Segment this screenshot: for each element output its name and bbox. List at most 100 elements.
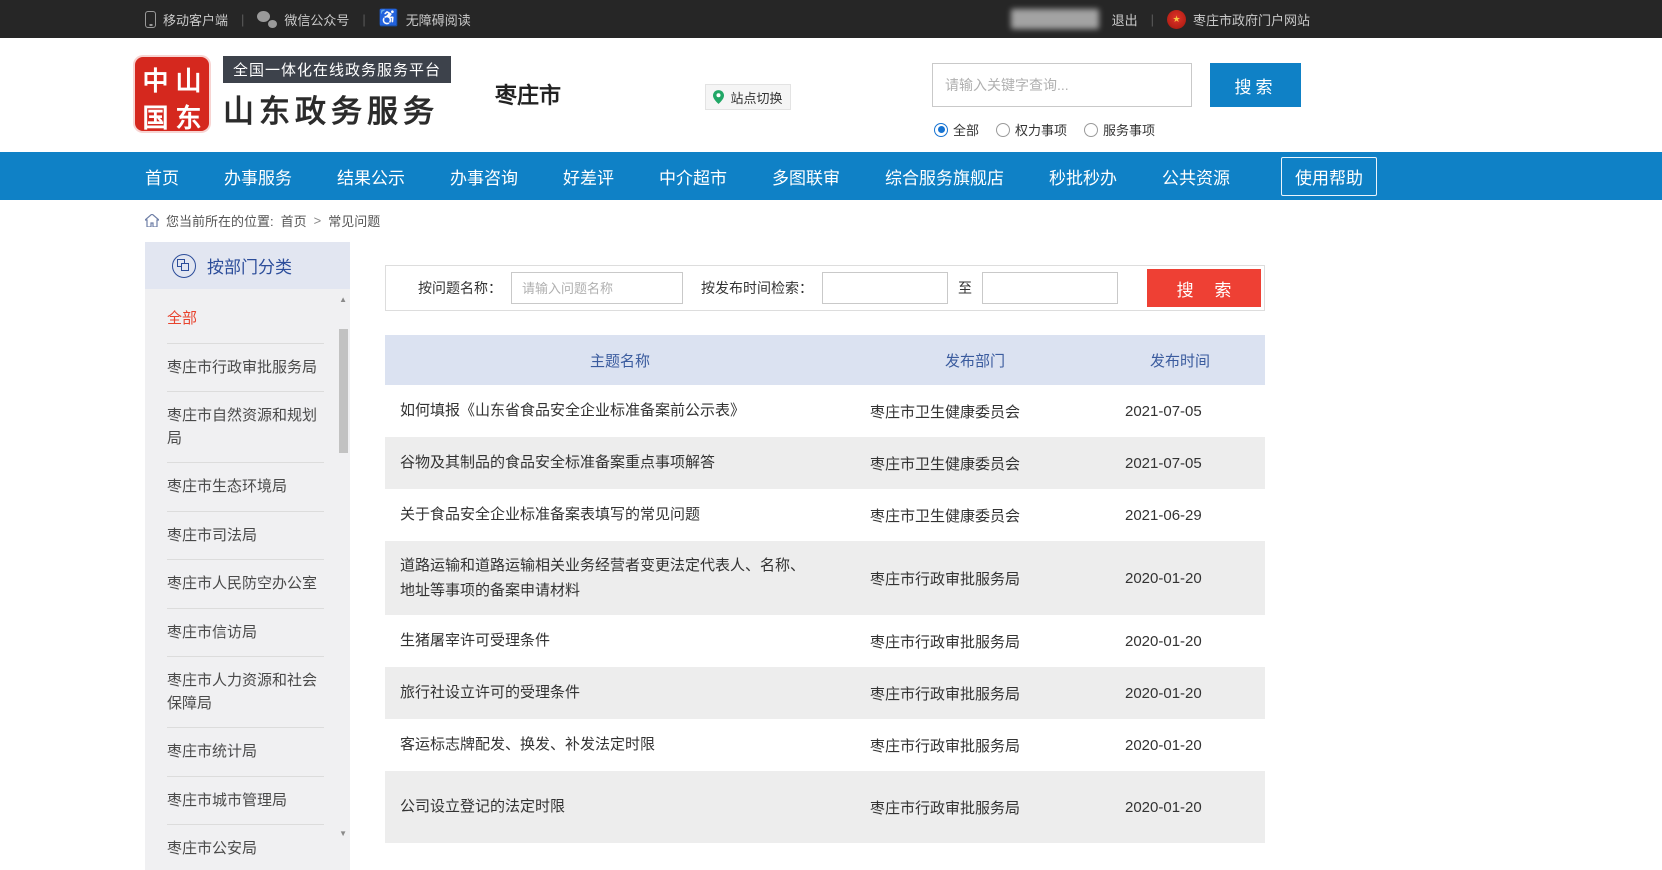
table-row[interactable]: 如何填报《山东省食品安全企业标准备案前公示表》 枣庄市卫生健康委员会 2021-… xyxy=(385,385,1265,437)
column-date: 发布时间 xyxy=(1095,350,1265,371)
topbar-right: 退出 | ★ 枣庄市政府门户网站 xyxy=(1011,9,1310,29)
row-title[interactable]: 生猪屠宰许可受理条件 xyxy=(385,620,855,662)
sidebar-item-justice[interactable]: 枣庄市司法局 xyxy=(167,512,324,561)
header-search-input[interactable] xyxy=(933,64,1191,106)
site-logo[interactable]: 中 山 国 东 全国一体化在线政务服务平台 山东政务服务 xyxy=(135,56,451,131)
nav-item-consult[interactable]: 办事咨询 xyxy=(450,164,518,189)
site-name: 山东政务服务 xyxy=(223,86,451,131)
wechat-link[interactable]: 微信公众号 xyxy=(257,10,349,29)
row-date: 2020-01-20 xyxy=(1095,737,1265,754)
radio-power-items-icon[interactable] xyxy=(996,123,1010,137)
nav-item-results[interactable]: 结果公示 xyxy=(337,164,405,189)
row-title[interactable]: 道路运输和道路运输相关业务经营者变更法定代表人、名称、地址等事项的备案申请材料 xyxy=(385,545,855,612)
sidebar-item-public-security[interactable]: 枣庄市公安局 xyxy=(167,825,324,870)
header-search-box xyxy=(932,63,1192,107)
divider: | xyxy=(1151,12,1154,27)
breadcrumb-prefix: 您当前所在的位置: xyxy=(166,211,274,230)
radio-all-icon[interactable] xyxy=(934,123,948,137)
row-department: 枣庄市卫生健康委员会 xyxy=(855,505,1095,526)
table-row[interactable]: 旅行社设立许可的受理条件 枣庄市行政审批服务局 2020-01-20 xyxy=(385,667,1265,719)
sidebar-scroll-up-icon[interactable]: ▲ xyxy=(339,295,347,304)
logout-link[interactable]: 退出 xyxy=(1112,10,1138,29)
row-title[interactable]: 公司设立登记的法定时限 xyxy=(385,786,855,828)
site-switch-button[interactable]: 站点切换 xyxy=(705,84,791,110)
row-department: 枣庄市行政审批服务局 xyxy=(855,568,1095,589)
sidebar-header: 按部门分类 xyxy=(145,242,350,289)
date-to-input[interactable] xyxy=(982,272,1118,304)
publish-date-label: 按发布时间检索： xyxy=(701,278,813,298)
sidebar-item-petition[interactable]: 枣庄市信访局 xyxy=(167,609,324,658)
row-date: 2020-01-20 xyxy=(1095,570,1265,587)
scope-power-items[interactable]: 权力事项 xyxy=(996,120,1067,139)
nav-item-help[interactable]: 使用帮助 xyxy=(1281,157,1377,196)
mobile-client-label: 移动客户端 xyxy=(163,10,228,29)
accessibility-link[interactable]: ♿ 无障碍阅读 xyxy=(379,10,471,29)
question-name-label: 按问题名称： xyxy=(418,278,502,298)
sidebar-scrollbar-thumb[interactable] xyxy=(339,329,348,453)
row-date: 2021-07-05 xyxy=(1095,455,1265,472)
nav-item-rating[interactable]: 好差评 xyxy=(563,164,614,189)
sidebar-item-hr-social-security[interactable]: 枣庄市人力资源和社会保障局 xyxy=(167,657,324,728)
nav-item-flagship[interactable]: 综合服务旗舰店 xyxy=(885,164,1004,189)
sidebar-scroll-down-icon[interactable]: ▼ xyxy=(339,829,347,838)
scope-service-items[interactable]: 服务事项 xyxy=(1084,120,1155,139)
scope-service-items-label: 服务事项 xyxy=(1103,120,1155,139)
breadcrumb-current: 常见问题 xyxy=(328,211,380,230)
sidebar-item-civil-defense[interactable]: 枣庄市人民防空办公室 xyxy=(167,560,324,609)
nav-item-instant[interactable]: 秒批秒办 xyxy=(1049,164,1117,189)
row-title[interactable]: 客运标志牌配发、换发、补发法定时限 xyxy=(385,724,855,766)
department-sidebar: 按部门分类 全部 枣庄市行政审批服务局 枣庄市自然资源和规划局 枣庄市生态环境局… xyxy=(145,242,350,870)
table-row[interactable]: 公司设立登记的法定时限 枣庄市行政审批服务局 2020-01-20 xyxy=(385,771,1265,843)
main-nav: 首页 办事服务 结果公示 办事咨询 好差评 中介超市 多图联审 综合服务旗舰店 … xyxy=(0,152,1662,200)
sidebar-item-all[interactable]: 全部 xyxy=(167,295,324,344)
table-row[interactable]: 谷物及其制品的食品安全标准备案重点事项解答 枣庄市卫生健康委员会 2021-07… xyxy=(385,437,1265,489)
home-icon xyxy=(145,214,159,227)
row-title[interactable]: 如何填报《山东省食品安全企业标准备案前公示表》 xyxy=(385,390,855,432)
logo-text: 全国一体化在线政务服务平台 山东政务服务 xyxy=(223,56,451,131)
nav-item-intermediary[interactable]: 中介超市 xyxy=(659,164,727,189)
table-row[interactable]: 生猪屠宰许可受理条件 枣庄市行政审批服务局 2020-01-20 xyxy=(385,615,1265,667)
topbar-left: 移动客户端 | 微信公众号 | ♿ 无障碍阅读 xyxy=(145,10,471,29)
nav-item-multi-review[interactable]: 多图联审 xyxy=(772,164,840,189)
table-row[interactable]: 关于食品安全企业标准备案表填写的常见问题 枣庄市卫生健康委员会 2021-06-… xyxy=(385,489,1265,541)
table-row[interactable]: 道路运输和道路运输相关业务经营者变更法定代表人、名称、地址等事项的备案申请材料 … xyxy=(385,541,1265,615)
breadcrumb: 您当前所在的位置: 首页 > 常见问题 xyxy=(0,200,1662,240)
question-name-input[interactable] xyxy=(511,272,683,304)
seal-char: 东 xyxy=(175,98,201,135)
sidebar-item-ecology[interactable]: 枣庄市生态环境局 xyxy=(167,463,324,512)
sidebar-item-city-management[interactable]: 枣庄市城市管理局 xyxy=(167,777,324,826)
row-title[interactable]: 关于食品安全企业标准备案表填写的常见问题 xyxy=(385,494,855,536)
scope-all[interactable]: 全部 xyxy=(934,120,979,139)
table-row[interactable]: 客运标志牌配发、换发、补发法定时限 枣庄市行政审批服务局 2020-01-20 xyxy=(385,719,1265,771)
row-date: 2020-01-20 xyxy=(1095,633,1265,650)
seal-char: 中 xyxy=(142,61,168,98)
header-search-button[interactable]: 搜索 xyxy=(1210,63,1301,107)
gov-portal-link[interactable]: ★ 枣庄市政府门户网站 xyxy=(1167,10,1310,29)
location-pin-icon xyxy=(713,90,724,104)
row-date: 2021-07-05 xyxy=(1095,403,1265,420)
username-redacted xyxy=(1011,9,1099,29)
mobile-client-link[interactable]: 移动客户端 xyxy=(145,10,228,29)
sidebar-item-natural-resources[interactable]: 枣庄市自然资源和规划局 xyxy=(167,392,324,463)
seal-char: 山 xyxy=(175,61,201,98)
accessibility-icon: ♿ xyxy=(379,11,399,27)
nav-item-services[interactable]: 办事服务 xyxy=(224,164,292,189)
row-title[interactable]: 谷物及其制品的食品安全标准备案重点事项解答 xyxy=(385,442,855,484)
date-from-input[interactable] xyxy=(822,272,948,304)
row-date: 2021-06-29 xyxy=(1095,507,1265,524)
row-department: 枣庄市行政审批服务局 xyxy=(855,683,1095,704)
site-switch-label: 站点切换 xyxy=(730,88,782,107)
radio-service-items-icon[interactable] xyxy=(1084,123,1098,137)
row-title[interactable]: 旅行社设立许可的受理条件 xyxy=(385,672,855,714)
breadcrumb-home-link[interactable]: 首页 xyxy=(281,211,307,230)
scope-all-label: 全部 xyxy=(953,120,979,139)
column-title: 主题名称 xyxy=(385,350,855,371)
nav-item-home[interactable]: 首页 xyxy=(145,164,179,189)
row-date: 2020-01-20 xyxy=(1095,685,1265,702)
nav-item-public-resources[interactable]: 公共资源 xyxy=(1162,164,1230,189)
main-area: 按部门分类 全部 枣庄市行政审批服务局 枣庄市自然资源和规划局 枣庄市生态环境局… xyxy=(145,242,1265,870)
sidebar-item-admin-approval[interactable]: 枣庄市行政审批服务局 xyxy=(167,344,324,393)
filter-search-button[interactable]: 搜 索 xyxy=(1147,269,1261,307)
sidebar-item-statistics[interactable]: 枣庄市统计局 xyxy=(167,728,324,777)
breadcrumb-separator: > xyxy=(314,213,322,228)
